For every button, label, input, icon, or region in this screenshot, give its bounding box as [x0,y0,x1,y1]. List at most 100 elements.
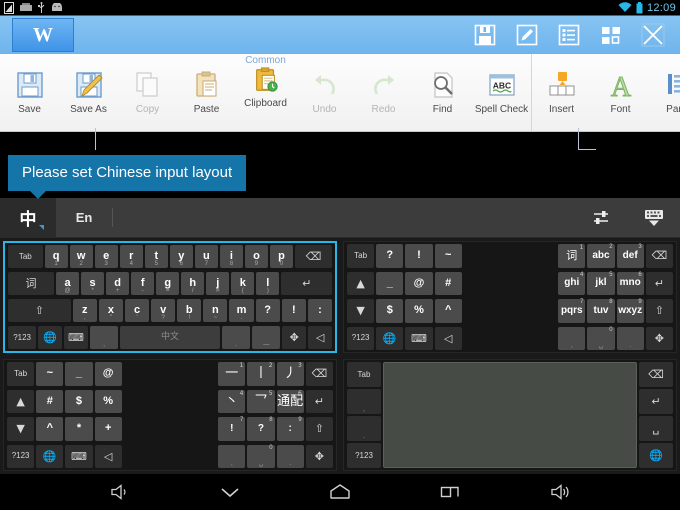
key-q[interactable]: q1 [44,245,68,268]
key-g[interactable]: g = [156,272,180,295]
key-y[interactable]: y6 [169,245,193,268]
key-.[interactable]: . [347,416,381,441]
key-#[interactable]: # [434,271,462,295]
key-?123[interactable]: ?123 [7,444,35,468]
key-m[interactable]: m. [229,299,254,322]
key-$[interactable]: $ [376,299,404,323]
page-down-key[interactable]: ▼ [7,417,35,441]
key-pqrs[interactable]: pqrs 7 [558,299,586,323]
key-,[interactable]: , [558,326,586,350]
key-![interactable]: ! 7 [218,417,246,441]
qwerty-panel[interactable]: Tab q 1 w 2 e 3 r 4 t 5 y 6 u 7 i 8 o 9 p 0 ⌫ 词 a @ s * d + f - g = h / j # k… [0,238,340,356]
key-,[interactable]: , [347,389,381,414]
key-#[interactable]: # [36,389,64,413]
key-i[interactable]: i8 [219,245,243,268]
key-🌐[interactable]: 🌐 [36,444,64,468]
key-丿[interactable]: 丿3 [276,362,304,386]
language-key[interactable]: 🌐 [38,326,63,349]
key-d[interactable]: d + [106,272,130,295]
cursor-move-key[interactable]: ✥ [305,444,333,468]
key-ghi[interactable]: ghi 4 [558,271,586,295]
period-key[interactable]: . [221,326,251,349]
tooltip-chinese-input[interactable]: Please set Chinese input layout [8,155,247,199]
key-~[interactable]: ~ [36,362,64,386]
key-x[interactable]: x " [98,299,123,322]
key-Tab[interactable]: Tab [347,362,381,387]
enter-key[interactable]: ↵ [639,389,673,414]
backspace-key[interactable]: ⌫ [305,362,333,386]
key-%[interactable]: % [94,389,122,413]
key-^[interactable]: ^ [434,299,462,323]
key-Tab[interactable]: Tab [8,245,43,268]
edit-icon[interactable] [514,22,540,48]
hide-keyboard-icon[interactable] [628,209,680,227]
handwriting-canvas[interactable] [383,362,637,468]
key-u[interactable]: u7 [194,245,218,268]
page-down-key[interactable]: ▼ [347,299,375,323]
backspace-key[interactable]: ⌫ [295,245,332,268]
key-␣[interactable]: 0 ␣ [587,326,615,350]
ribbon-item-clipboard[interactable]: Common Clipboard [236,54,295,131]
key-?123[interactable]: ?123 [347,443,381,468]
key-s[interactable]: s * [81,272,105,295]
enter-key[interactable]: ↵ [281,272,333,295]
key-@[interactable]: @ [94,362,122,386]
key-:[interactable]: :9 [276,417,304,441]
key-,[interactable]: , [218,444,246,468]
key-tuv[interactable]: tuv 8 [587,299,615,323]
home-icon[interactable] [323,478,357,506]
key-b[interactable]: b! [177,299,202,322]
key-@[interactable]: @ [405,271,433,295]
key-◁[interactable]: ◁ [94,444,122,468]
key-h[interactable]: h / [181,272,205,295]
key-?123[interactable]: ?123 [347,326,375,350]
key-![interactable]: ! [405,244,433,268]
enter-key[interactable]: ↵ [645,271,673,295]
key-j[interactable]: j # [206,272,230,295]
key-abc[interactable]: abc 2 [587,244,615,268]
key-$[interactable]: $ [65,389,93,413]
symbols-key[interactable]: ?123 [8,326,37,349]
key-🌐[interactable]: 🌐 [376,326,404,350]
ribbon-item-spell-check[interactable]: ABC Spell Check [472,54,531,131]
key-␣[interactable]: 0 ␣ [247,444,275,468]
key-n[interactable]: n ~ [203,299,228,322]
hide-key[interactable]: ◁ [308,326,333,349]
key-.[interactable]: . [616,326,644,350]
cursor-move-key[interactable]: ✥ [282,326,307,349]
key-c[interactable]: c ' [124,299,150,322]
key-p[interactable]: p0 [270,245,294,268]
backspace-key[interactable]: ⌫ [639,362,673,387]
key-?[interactable]: ? [255,299,280,322]
key-v[interactable]: v? [151,299,176,322]
page-up-key[interactable]: ▲ [347,271,375,295]
shift-key[interactable]: ⇧ [645,299,673,323]
key-丨[interactable]: 丨2 [247,362,275,386]
key-![interactable]: ! [281,299,306,322]
comma-key[interactable]: , [89,326,119,349]
volume-down-icon[interactable] [103,478,137,506]
ime-settings-icon[interactable] [575,208,627,228]
key-?[interactable]: ? [376,244,404,268]
page-up-key[interactable]: ▲ [7,389,35,413]
key-?[interactable]: ? 8 [247,417,275,441]
back-icon[interactable] [213,478,247,506]
key-丶[interactable]: 丶4 [218,389,246,413]
key-def[interactable]: def 3 [616,244,644,268]
key-^[interactable]: ^ [36,417,64,441]
backspace-key[interactable]: ⌫ [645,244,673,268]
handwriting-panel[interactable]: Tab,. ?123 ⌫ ↵ ␣ 🌐 [340,356,680,474]
apps-grid-icon[interactable] [598,22,624,48]
app-logo[interactable]: W [12,18,74,52]
key-:[interactable]: : [307,299,332,322]
close-icon[interactable] [640,22,666,48]
key-k[interactable]: k( [231,272,255,295]
key-l[interactable]: l) [256,272,280,295]
tab-chinese[interactable]: 中 [0,198,56,237]
t9-panel[interactable]: Tab?! ~ 词 1 abc 2 def 3 ⌫ ▲ _ @ # ghi 4 jkl 5 mno 6 ↵ ▼ $% ^ pq… [340,238,680,356]
recents-icon[interactable] [433,478,467,506]
key-◁[interactable]: ◁ [434,326,462,350]
space-key[interactable]: 中文 [120,326,220,349]
key-wxyz[interactable]: wxyz 9 [616,299,644,323]
shift-key[interactable]: ⇧ [8,299,71,322]
